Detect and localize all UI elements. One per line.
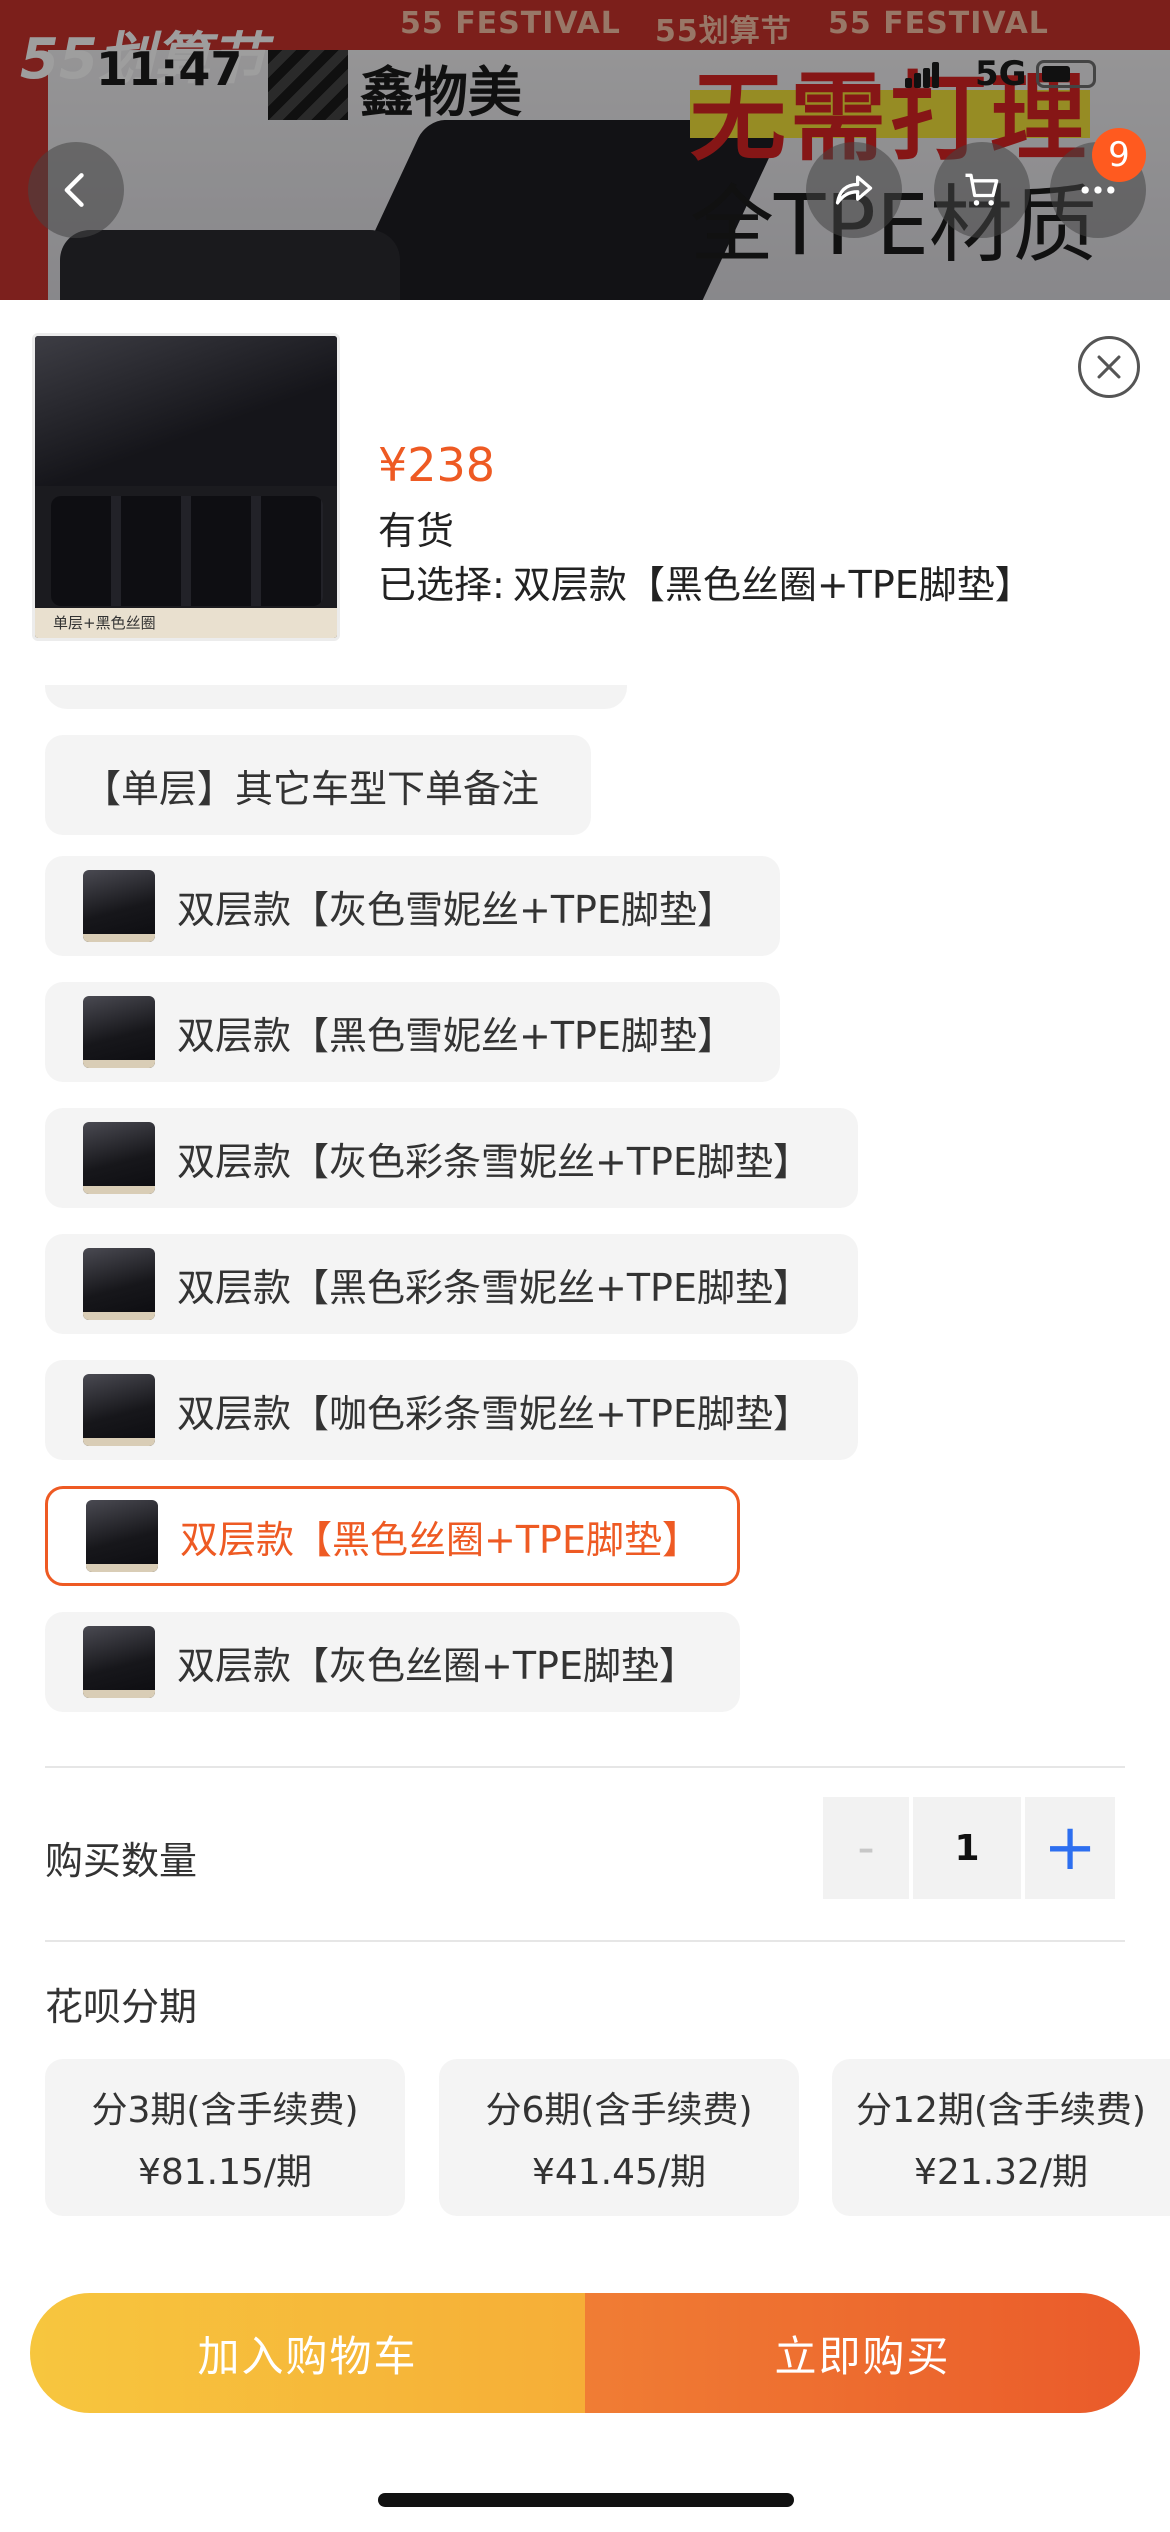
stock-status: 有货: [378, 509, 455, 553]
sku-option-label: 双层款【黑色雪妮丝+TPE脚垫】: [177, 1013, 735, 1058]
status-time: 11:47: [96, 42, 243, 96]
sku-option-image: [83, 1626, 155, 1698]
cart-button[interactable]: [934, 142, 1030, 238]
quantity-stepper: - 1 +: [823, 1797, 1115, 1899]
sku-option[interactable]: 双层款【咖色彩条雪妮丝+TPE脚垫】: [45, 1360, 858, 1460]
sku-option-label: 双层款【黑色丝圈+TPE脚垫】: [180, 1517, 700, 1562]
sku-option-label: 【单层】其它车型下单备注: [83, 766, 540, 811]
buy-now-button[interactable]: 立即购买: [585, 2293, 1140, 2413]
close-button[interactable]: [1078, 336, 1140, 398]
installment-plan-title: 分12期(含手续费): [856, 2089, 1146, 2131]
sku-option-image: [83, 1374, 155, 1446]
selected-value: 双层款【黑色丝圈+TPE脚垫】: [512, 563, 1033, 607]
sku-option-label: 双层款【灰色丝圈+TPE脚垫】: [177, 1643, 697, 1688]
divider: [45, 1940, 1125, 1942]
sku-option-image: [83, 1248, 155, 1320]
installment-plan[interactable]: 分6期(含手续费) ¥41.45/期: [439, 2059, 799, 2216]
product-price: ¥238: [378, 438, 496, 492]
sku-option-selected[interactable]: 双层款【黑色丝圈+TPE脚垫】: [45, 1486, 740, 1586]
sku-option-image: [83, 1122, 155, 1194]
sku-option[interactable]: 双层款【灰色丝圈+TPE脚垫】: [45, 1612, 740, 1712]
thumbnail-caption: 单层+黑色丝圈: [53, 614, 156, 632]
sku-option-image: [86, 1500, 158, 1572]
quantity-value[interactable]: 1: [913, 1797, 1021, 1899]
sku-sheet: 单层+黑色丝圈 ¥238 有货 已选择: 双层款【黑色丝圈+TPE脚垫】 【单层】…: [0, 300, 1170, 2532]
back-button[interactable]: [28, 142, 124, 238]
installment-plan[interactable]: 分12期(含手续费) ¥21.32/期: [832, 2059, 1170, 2216]
close-icon: [1097, 355, 1121, 379]
divider: [45, 1766, 1125, 1768]
sku-option-label: 双层款【灰色雪妮丝+TPE脚垫】: [177, 887, 735, 932]
selected-prefix: 已选择:: [378, 563, 505, 607]
selected-sku-text: 已选择: 双层款【黑色丝圈+TPE脚垫】: [378, 554, 1033, 609]
selected-sku-image[interactable]: 单层+黑色丝圈: [32, 333, 340, 641]
back-icon: [64, 173, 84, 207]
quantity-decrease-button[interactable]: -: [823, 1797, 909, 1899]
sku-option-partial[interactable]: [45, 685, 627, 709]
sku-option-image: [83, 870, 155, 942]
installment-plan-title: 分3期(含手续费): [91, 2089, 359, 2131]
cart-icon: [965, 173, 999, 206]
sku-option[interactable]: 双层款【黑色彩条雪妮丝+TPE脚垫】: [45, 1234, 858, 1334]
home-indicator: [378, 2493, 794, 2507]
share-icon: [835, 175, 873, 205]
action-bar: 加入购物车 立即购买: [30, 2293, 1140, 2413]
signal-icon: [905, 62, 941, 88]
sku-option[interactable]: 双层款【灰色彩条雪妮丝+TPE脚垫】: [45, 1108, 858, 1208]
installment-label: 花呗分期: [45, 1985, 198, 2029]
installment-plan-amount: ¥81.15/期: [137, 2151, 313, 2193]
sku-option[interactable]: 【单层】其它车型下单备注: [45, 735, 591, 835]
installment-plan[interactable]: 分3期(含手续费) ¥81.15/期: [45, 2059, 405, 2216]
sku-option-label: 双层款【黑色彩条雪妮丝+TPE脚垫】: [177, 1265, 811, 1310]
quantity-label: 购买数量: [45, 1839, 198, 1883]
installment-plan-amount: ¥21.32/期: [913, 2151, 1089, 2193]
installment-plan-amount: ¥41.45/期: [531, 2151, 707, 2193]
share-button[interactable]: [806, 142, 902, 238]
sku-option[interactable]: 双层款【灰色雪妮丝+TPE脚垫】: [45, 856, 780, 956]
cart-count-badge: 9: [1092, 128, 1146, 182]
network-type: 5G: [975, 54, 1027, 94]
sku-option-label: 双层款【咖色彩条雪妮丝+TPE脚垫】: [177, 1391, 811, 1436]
sku-option-image: [83, 996, 155, 1068]
installment-plan-title: 分6期(含手续费): [485, 2089, 753, 2131]
sku-option-label: 双层款【灰色彩条雪妮丝+TPE脚垫】: [177, 1139, 811, 1184]
add-to-cart-button[interactable]: 加入购物车: [30, 2293, 585, 2413]
sku-option[interactable]: 双层款【黑色雪妮丝+TPE脚垫】: [45, 982, 780, 1082]
status-bar: 11:47 5G: [0, 0, 1170, 150]
battery-icon: [1036, 60, 1096, 88]
quantity-increase-button[interactable]: +: [1025, 1797, 1115, 1899]
